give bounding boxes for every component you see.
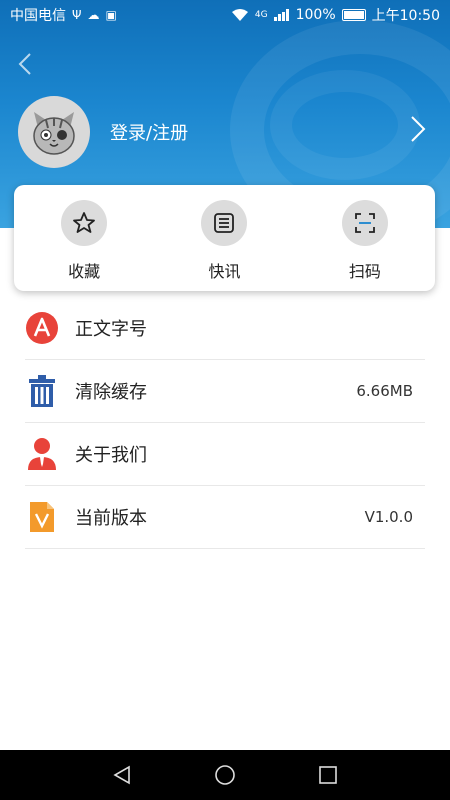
version-file-icon — [25, 500, 59, 534]
star-icon — [73, 212, 96, 233]
clear-cache-label: 清除缓存 — [75, 382, 147, 403]
setting-clear-cache[interactable]: 清除缓存 6.66MB — [25, 360, 425, 423]
avatar[interactable] — [18, 96, 90, 168]
quick-action-scan[interactable]: 扫码 — [295, 185, 435, 291]
triangle-back-icon — [113, 765, 130, 785]
usb-icon: Ψ — [72, 8, 82, 22]
person-icon — [25, 437, 59, 471]
signal-type: 4G — [254, 10, 268, 20]
chevron-right-icon — [411, 116, 426, 142]
back-button[interactable] — [18, 52, 40, 78]
news-icon-bg — [201, 200, 248, 246]
cloud-icon: ☁ — [87, 8, 100, 22]
font-size-label: 正文字号 — [75, 319, 147, 340]
status-bar: 中国电信 Ψ ☁ ▣ 4G 100% 上午10:50 — [0, 0, 450, 30]
battery-icon — [341, 9, 366, 21]
status-right: 4G 100% 上午10:50 — [231, 5, 440, 25]
settings-list: 正文字号 清除缓存 6.66MB 关于我们 当前版本 V1.0.0 — [25, 297, 425, 549]
favorites-icon-bg — [61, 200, 108, 246]
quick-action-news[interactable]: 快讯 — [154, 185, 294, 291]
profile-row[interactable]: 登录/注册 — [0, 95, 450, 169]
scan-icon-bg — [341, 200, 388, 246]
battery-percent: 100% — [295, 7, 336, 23]
status-left: 中国电信 Ψ ☁ ▣ — [10, 5, 117, 25]
scan-icon — [354, 213, 375, 233]
news-label: 快讯 — [208, 262, 241, 281]
scan-label: 扫码 — [348, 262, 381, 281]
clock: 上午10:50 — [371, 8, 440, 24]
about-us-label: 关于我们 — [75, 445, 147, 466]
setting-about-us[interactable]: 关于我们 — [25, 423, 425, 486]
profile-chevron-button[interactable] — [410, 115, 432, 145]
setting-font-size[interactable]: 正文字号 — [25, 297, 425, 360]
wifi-icon — [231, 9, 248, 21]
nav-home-button[interactable] — [212, 762, 238, 788]
version-value: V1.0.0 — [364, 508, 413, 526]
cache-size-value: 6.66MB — [356, 382, 413, 400]
trash-icon — [25, 374, 59, 408]
quick-actions-card: 收藏 快讯 扫码 — [14, 185, 435, 291]
carrier-label: 中国电信 — [10, 8, 66, 24]
news-list-icon — [214, 213, 235, 233]
circle-home-icon — [215, 765, 235, 785]
system-nav-bar — [0, 750, 450, 800]
font-size-icon — [25, 311, 59, 345]
notification-icon: ▣ — [105, 8, 117, 22]
login-register-link[interactable]: 登录/注册 — [110, 119, 188, 145]
square-recents-icon — [319, 766, 338, 784]
setting-current-version[interactable]: 当前版本 V1.0.0 — [25, 486, 425, 549]
cat-avatar-icon — [33, 112, 75, 155]
nav-back-button[interactable] — [109, 762, 135, 788]
signal-icon — [273, 9, 289, 21]
version-label: 当前版本 — [75, 508, 147, 529]
quick-action-favorites[interactable]: 收藏 — [14, 185, 154, 291]
chevron-left-icon — [18, 53, 31, 75]
nav-recents-button[interactable] — [315, 762, 341, 788]
favorites-label: 收藏 — [68, 262, 101, 281]
